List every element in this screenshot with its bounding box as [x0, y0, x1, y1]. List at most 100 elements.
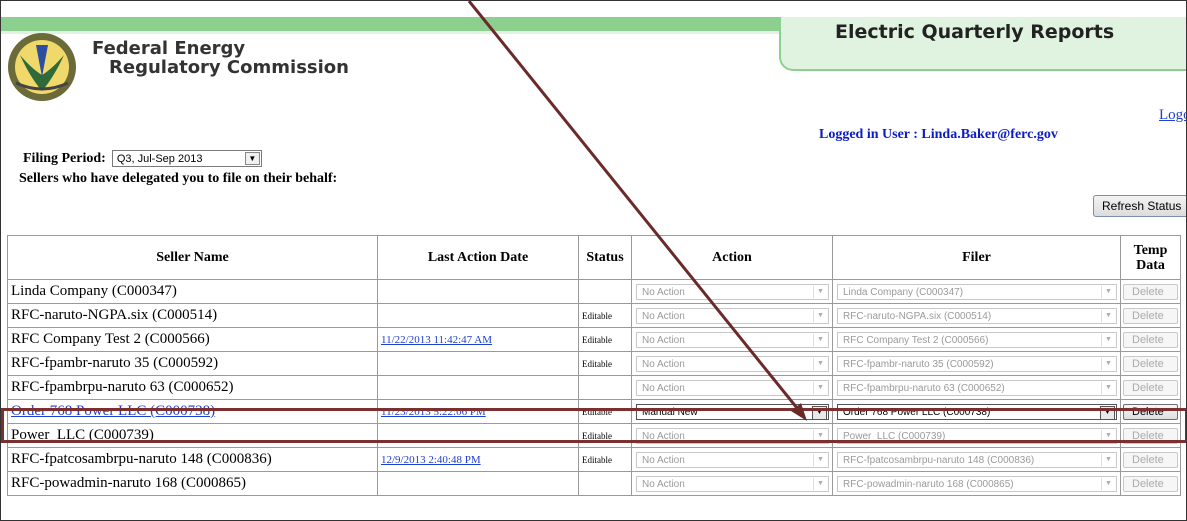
action-cell: No Action ▼: [631, 375, 833, 400]
filer-cell: RFC-fpatcosambrpu-naruto 148 (C000836) ▼: [832, 447, 1121, 472]
delete-button[interactable]: Delete: [1123, 451, 1178, 468]
status-cell: Editable: [578, 447, 632, 472]
date-cell: [377, 279, 579, 304]
table-header-row: Seller Name Last Action Date Status Acti…: [7, 235, 1181, 280]
filer-select[interactable]: RFC-naruto-NGPA.six (C000514) ▼: [837, 307, 1117, 324]
chevron-down-icon[interactable]: ▼: [813, 309, 827, 322]
filer-select[interactable]: RFC-fpatcosambrpu-naruto 148 (C000836) ▼: [837, 451, 1117, 468]
temp-data-cell: Delete: [1120, 303, 1181, 328]
filer-cell: RFC-fpambr-naruto 35 (C000592) ▼: [832, 351, 1121, 376]
seller-name: RFC-fpambrpu-naruto 63 (C000652): [11, 379, 234, 395]
action-value: No Action: [642, 382, 685, 394]
col-action: Action: [631, 235, 833, 280]
col-filer: Filer: [832, 235, 1121, 280]
filer-select[interactable]: RFC-powadmin-naruto 168 (C000865) ▼: [837, 475, 1117, 492]
temp-data-cell: Delete: [1120, 471, 1181, 496]
col-status: Status: [578, 235, 632, 280]
action-cell: No Action ▼: [631, 351, 833, 376]
action-cell: No Action ▼: [631, 471, 833, 496]
filer-select[interactable]: RFC Company Test 2 (C000566) ▼: [837, 331, 1117, 348]
filer-cell: RFC Company Test 2 (C000566) ▼: [832, 327, 1121, 352]
table-row: RFC Company Test 2 (C000566) 11/22/2013 …: [7, 327, 1181, 352]
temp-data-cell: Delete: [1120, 375, 1181, 400]
temp-data-cell: Delete: [1120, 279, 1181, 304]
action-cell: No Action ▼: [631, 303, 833, 328]
date-cell: [377, 471, 579, 496]
action-select[interactable]: No Action ▼: [636, 355, 829, 372]
filer-select[interactable]: RFC-fpambr-naruto 35 (C000592) ▼: [837, 355, 1117, 372]
filing-period: Filing Period: Q3, Jul-Sep 2013 ▼: [23, 150, 262, 167]
action-select[interactable]: No Action ▼: [636, 475, 829, 492]
action-value: No Action: [642, 310, 685, 322]
table-row: RFC-naruto-NGPA.six (C000514) Editable N…: [7, 303, 1181, 328]
chevron-down-icon[interactable]: ▼: [813, 381, 827, 394]
seller-name: RFC-fpatcosambrpu-naruto 148 (C000836): [11, 451, 272, 467]
chevron-down-icon[interactable]: ▼: [813, 333, 827, 346]
action-value: No Action: [642, 286, 685, 298]
delete-button[interactable]: Delete: [1123, 475, 1178, 492]
delete-button[interactable]: Delete: [1123, 379, 1178, 396]
seller-cell: RFC-powadmin-naruto 168 (C000865): [7, 471, 378, 496]
chevron-down-icon[interactable]: ▼: [813, 357, 827, 370]
chevron-down-icon[interactable]: ▼: [1101, 477, 1115, 490]
col-seller-name: Seller Name: [7, 235, 378, 280]
date-cell: 11/22/2013 11:42:47 AM: [377, 327, 579, 352]
filer-value: RFC Company Test 2 (C000566): [843, 334, 989, 346]
app-title: Electric Quarterly Reports: [835, 21, 1115, 43]
filer-value: RFC-fpambr-naruto 35 (C000592): [843, 358, 994, 370]
chevron-down-icon[interactable]: ▼: [1101, 381, 1115, 394]
delete-button[interactable]: Delete: [1123, 331, 1178, 348]
last-action-date-link[interactable]: 12/9/2013 2:40:48 PM: [381, 454, 481, 466]
logout-link[interactable]: Logout: [1159, 107, 1186, 124]
action-select[interactable]: No Action ▼: [636, 379, 829, 396]
chevron-down-icon[interactable]: ▼: [1101, 453, 1115, 466]
chevron-down-icon[interactable]: ▼: [813, 453, 827, 466]
date-cell: [377, 375, 579, 400]
ferc-seal-logo: [8, 33, 76, 101]
chevron-down-icon[interactable]: ▼: [1101, 285, 1115, 298]
seller-cell: RFC Company Test 2 (C000566): [7, 327, 378, 352]
seller-name: RFC-powadmin-naruto 168 (C000865): [11, 475, 246, 491]
action-value: No Action: [642, 454, 685, 466]
action-select[interactable]: No Action ▼: [636, 331, 829, 348]
chevron-down-icon[interactable]: ▼: [244, 152, 260, 165]
filer-cell: RFC-powadmin-naruto 168 (C000865) ▼: [832, 471, 1121, 496]
date-cell: [377, 351, 579, 376]
chevron-down-icon[interactable]: ▼: [1101, 357, 1115, 370]
chevron-down-icon[interactable]: ▼: [1101, 309, 1115, 322]
filer-cell: RFC-fpambrpu-naruto 63 (C000652) ▼: [832, 375, 1121, 400]
agency-name-line1: Federal Energy: [92, 38, 246, 59]
status-cell: [578, 279, 632, 304]
logged-in-user: Logged in User : Linda.Baker@ferc.gov: [819, 127, 1058, 142]
action-cell: No Action ▼: [631, 447, 833, 472]
action-select[interactable]: No Action ▼: [636, 307, 829, 324]
table-row: RFC-powadmin-naruto 168 (C000865) No Act…: [7, 471, 1181, 496]
temp-data-cell: Delete: [1120, 447, 1181, 472]
action-value: No Action: [642, 478, 685, 490]
action-select[interactable]: No Action ▼: [636, 451, 829, 468]
filer-select[interactable]: RFC-fpambrpu-naruto 63 (C000652) ▼: [837, 379, 1117, 396]
action-select[interactable]: No Action ▼: [636, 283, 829, 300]
delete-button[interactable]: Delete: [1123, 307, 1178, 324]
chevron-down-icon[interactable]: ▼: [813, 285, 827, 298]
seller-name: Linda Company (C000347): [11, 283, 177, 299]
highlight-box: [1, 408, 1186, 443]
seller-cell: RFC-fpatcosambrpu-naruto 148 (C000836): [7, 447, 378, 472]
filing-period-select[interactable]: Q3, Jul-Sep 2013 ▼: [111, 150, 262, 167]
refresh-status-button[interactable]: Refresh Status: [1093, 195, 1186, 217]
filer-value: Linda Company (C000347): [843, 286, 964, 298]
filer-select[interactable]: Linda Company (C000347) ▼: [837, 283, 1117, 300]
last-action-date-link[interactable]: 11/22/2013 11:42:47 AM: [381, 334, 492, 346]
filing-period-value: Q3, Jul-Sep 2013: [116, 152, 203, 165]
delete-button[interactable]: Delete: [1123, 355, 1178, 372]
agency-name-line2: Regulatory Commission: [109, 57, 349, 78]
status-cell: Editable: [578, 351, 632, 376]
col-temp-line2: Data: [1136, 257, 1165, 273]
table-row: RFC-fpatcosambrpu-naruto 148 (C000836) 1…: [7, 447, 1181, 472]
chevron-down-icon[interactable]: ▼: [813, 477, 827, 490]
delete-button[interactable]: Delete: [1123, 283, 1178, 300]
chevron-down-icon[interactable]: ▼: [1101, 333, 1115, 346]
seller-name: RFC-naruto-NGPA.six (C000514): [11, 307, 218, 323]
filer-value: RFC-naruto-NGPA.six (C000514): [843, 310, 992, 322]
table-row: RFC-fpambr-naruto 35 (C000592) Editable …: [7, 351, 1181, 376]
